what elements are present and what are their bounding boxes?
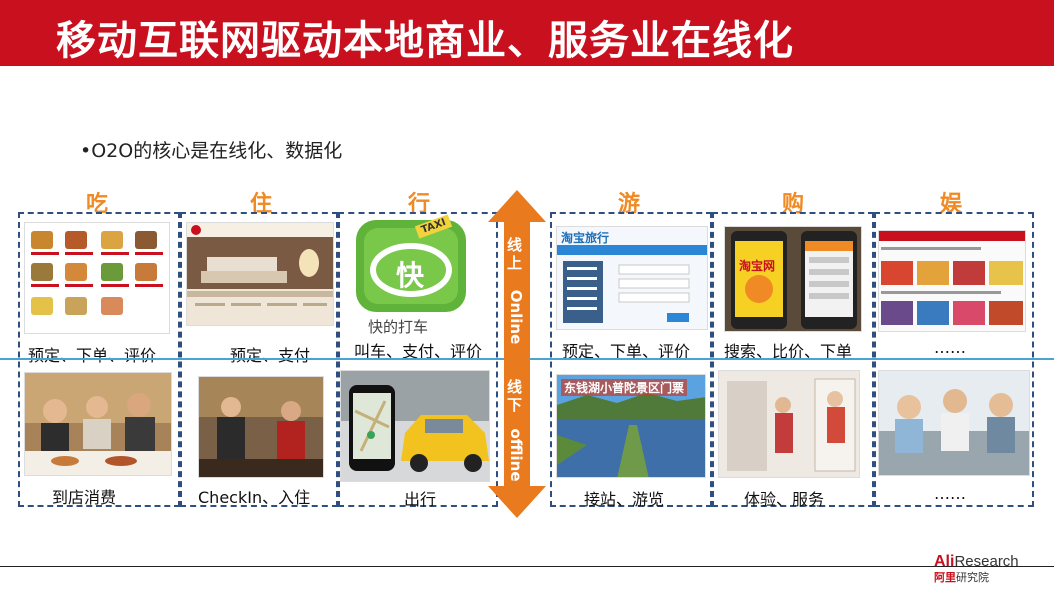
scenic-photo: 东钱湖小普陀景区门票: [556, 374, 706, 478]
caption-offline-tour: 接站、游览: [584, 490, 665, 509]
taxi-app-icon: TAXI 快 快的打车: [346, 214, 490, 338]
arrow-label-offline-cn: 线下: [507, 378, 523, 414]
logo-ali: Ali: [934, 553, 955, 570]
mall-photo: [718, 370, 860, 478]
logo-cn-line: 阿里研究院: [934, 569, 1019, 585]
caption-online-eat: 预定、下单、评价: [28, 346, 157, 365]
caption-online-stay: 预定、支付: [230, 346, 311, 365]
shopping-site-logo: 淘宝网: [739, 259, 776, 273]
title-bar: 移动互联网驱动本地商业、服务业在线化: [0, 0, 1054, 66]
caption-offline-travel: 出行: [404, 490, 437, 509]
aliresearch-logo: AliResearch 阿里研究院: [934, 551, 1019, 585]
caption-offline-entertainment: ……: [934, 484, 966, 503]
scenic-banner: 东钱湖小普陀景区门票: [561, 379, 688, 396]
logo-cn-red: 阿里: [934, 571, 956, 584]
bullet-text: •O2O的核心是在线化、数据化: [80, 140, 343, 162]
taobao-travel-screenshot: 淘宝旅行: [556, 226, 708, 330]
diners-graphic: [25, 373, 171, 475]
logo-research: Research: [954, 553, 1019, 570]
taxi-photo: [340, 370, 490, 482]
hotel-room-graphic: [187, 223, 333, 306]
taxi-app-name: 快的打车: [368, 318, 429, 336]
gaming-graphic: [879, 371, 1029, 475]
taobao-phones-screenshot: 淘宝网: [724, 226, 862, 332]
food-grid-graphic: [31, 231, 163, 315]
diners-photo: [24, 372, 172, 476]
travel-site-logo: 淘宝旅行: [561, 231, 610, 245]
arrow-label-online-en: Online: [507, 289, 525, 345]
checkin-graphic: [199, 377, 323, 477]
hotel-booking-screenshot: [186, 222, 334, 326]
arrow-label-offline-en: offline: [507, 428, 525, 482]
page-title: 移动互联网驱动本地商业、服务业在线化: [56, 18, 794, 64]
food-app-screenshot: [24, 222, 170, 334]
caption-offline-shop: 体验、服务: [744, 490, 825, 509]
mall-graphic: [719, 371, 859, 477]
checkin-photo: [198, 376, 324, 478]
caption-offline-eat: 到店消费: [52, 488, 117, 507]
gaming-photo: [878, 370, 1030, 476]
arrow-label-online-cn: 线上: [507, 236, 523, 272]
caption-offline-stay: CheckIn、入住: [198, 488, 311, 507]
footer-rule: [0, 566, 1054, 567]
taxi-car-graphic: [341, 371, 489, 472]
phones-graphic: [731, 231, 857, 329]
caption-online-entertainment: ……: [934, 338, 966, 357]
logo-cn: 研究院: [956, 571, 989, 584]
entertainment-portal-screenshot: [878, 230, 1026, 332]
taxi-glyph: 快: [396, 259, 425, 292]
portal-grid-graphic: [879, 231, 1025, 325]
